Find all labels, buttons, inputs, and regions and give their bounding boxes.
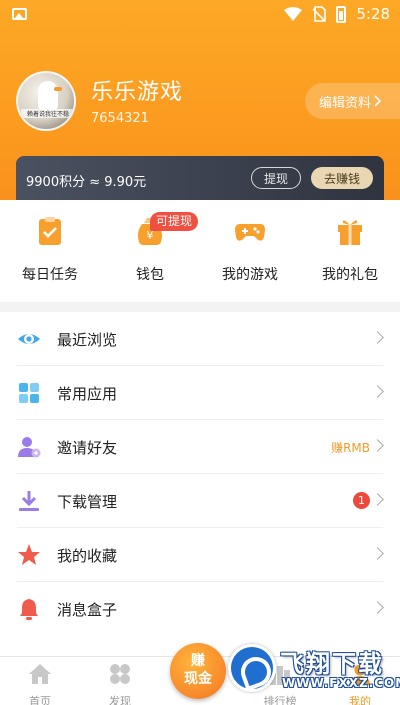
star-icon (18, 544, 40, 565)
earn-money-button[interactable]: 去赚钱 (311, 167, 373, 189)
bell-icon (20, 599, 38, 620)
quick-my-games[interactable]: 我的游戏 (200, 216, 300, 284)
home-icon (29, 664, 51, 684)
wifi-icon (284, 7, 303, 21)
chevron-right-icon (371, 385, 384, 398)
watermark: 飞翔下载 WWW.FXXZ.COM (228, 640, 400, 700)
quick-label: 每日任务 (22, 267, 78, 283)
invite-user-icon (18, 437, 41, 458)
gift-icon (338, 220, 362, 245)
points-bar: 9900积分 ≈ 9.90元 提现 去赚钱 (16, 156, 384, 200)
discover-grid-icon (110, 664, 130, 684)
menu-item-apps[interactable]: 常用应用 (0, 366, 400, 420)
menu-label: 邀请好友 (57, 439, 118, 457)
watermark-logo-icon (228, 644, 276, 692)
quick-label: 钱包 (136, 267, 164, 283)
apps-grid-icon (19, 383, 39, 403)
avatar-caption: 赖着说我往不稳 (21, 109, 74, 118)
quick-label: 我的礼包 (322, 267, 378, 283)
menu-item-favorites[interactable]: 我的收藏 (0, 528, 400, 582)
download-icon (19, 491, 39, 511)
menu-label: 我的收藏 (57, 547, 118, 565)
chevron-right-icon (374, 95, 382, 107)
earn-cash-button[interactable]: 赚 现金 (170, 643, 226, 699)
edit-profile-label: 编辑资料 (319, 95, 372, 111)
quick-daily-tasks[interactable]: 每日任务 (0, 216, 100, 284)
tab-discover[interactable]: 发现 (80, 663, 160, 705)
earn-cash-line2: 现金 (184, 671, 212, 687)
eye-icon (18, 334, 40, 344)
menu-item-recent[interactable]: 最近浏览 (0, 312, 400, 366)
no-sim-icon (312, 6, 327, 22)
points-balance: 9900积分 ≈ 9.90元 (26, 175, 147, 190)
quick-actions: 每日任务 ¥ 钱包 可提现 我的游戏 我的礼包 (0, 200, 400, 302)
tab-label: 首页 (29, 695, 51, 705)
menu-label: 消息盒子 (57, 601, 118, 619)
status-bar: 5:28 (0, 0, 400, 28)
status-time: 5:28 (356, 5, 390, 23)
withdraw-button[interactable]: 提现 (251, 167, 301, 189)
tab-label: 发现 (109, 695, 131, 705)
chevron-right-icon (371, 331, 384, 344)
menu-list: 最近浏览 常用应用 邀请好友 赚RMB 下载管理 1 我的收藏 消息盒子 (0, 312, 400, 656)
tab-home[interactable]: 首页 (0, 663, 80, 705)
task-clipboard-icon (39, 217, 61, 245)
watermark-url: WWW.FXXZ.COM (282, 676, 400, 690)
menu-label: 下载管理 (57, 493, 118, 511)
chevron-right-icon (371, 493, 384, 506)
gamepad-icon (235, 224, 265, 241)
edit-profile-button[interactable]: 编辑资料 (305, 83, 400, 119)
chevron-right-icon (371, 547, 384, 560)
avatar[interactable]: 赖着说我往不稳 (16, 71, 76, 131)
menu-label: 常用应用 (57, 385, 118, 403)
chevron-right-icon (371, 439, 384, 452)
username: 乐乐游戏 (91, 80, 184, 105)
user-id: 7654321 (91, 111, 149, 126)
earn-cash-line1: 赚 (191, 653, 205, 669)
menu-item-downloads[interactable]: 下载管理 1 (0, 474, 400, 528)
menu-item-messages[interactable]: 消息盒子 (0, 582, 400, 636)
image-icon (12, 8, 27, 20)
earn-rmb-tag: 赚RMB (331, 441, 370, 455)
menu-label: 最近浏览 (57, 331, 118, 349)
watermark-title: 飞翔下载 (280, 650, 384, 678)
menu-item-invite[interactable]: 邀请好友 赚RMB (0, 420, 400, 474)
quick-label: 我的游戏 (222, 267, 278, 283)
quick-my-gifts[interactable]: 我的礼包 (300, 216, 400, 284)
chevron-right-icon (371, 601, 384, 614)
download-count-badge: 1 (353, 492, 370, 509)
withdrawable-badge: 可提现 (150, 212, 199, 231)
profile-header: 5:28 赖着说我往不稳 乐乐游戏 7654321 编辑资料 9900积分 ≈ … (0, 0, 400, 222)
battery-icon (336, 5, 347, 23)
